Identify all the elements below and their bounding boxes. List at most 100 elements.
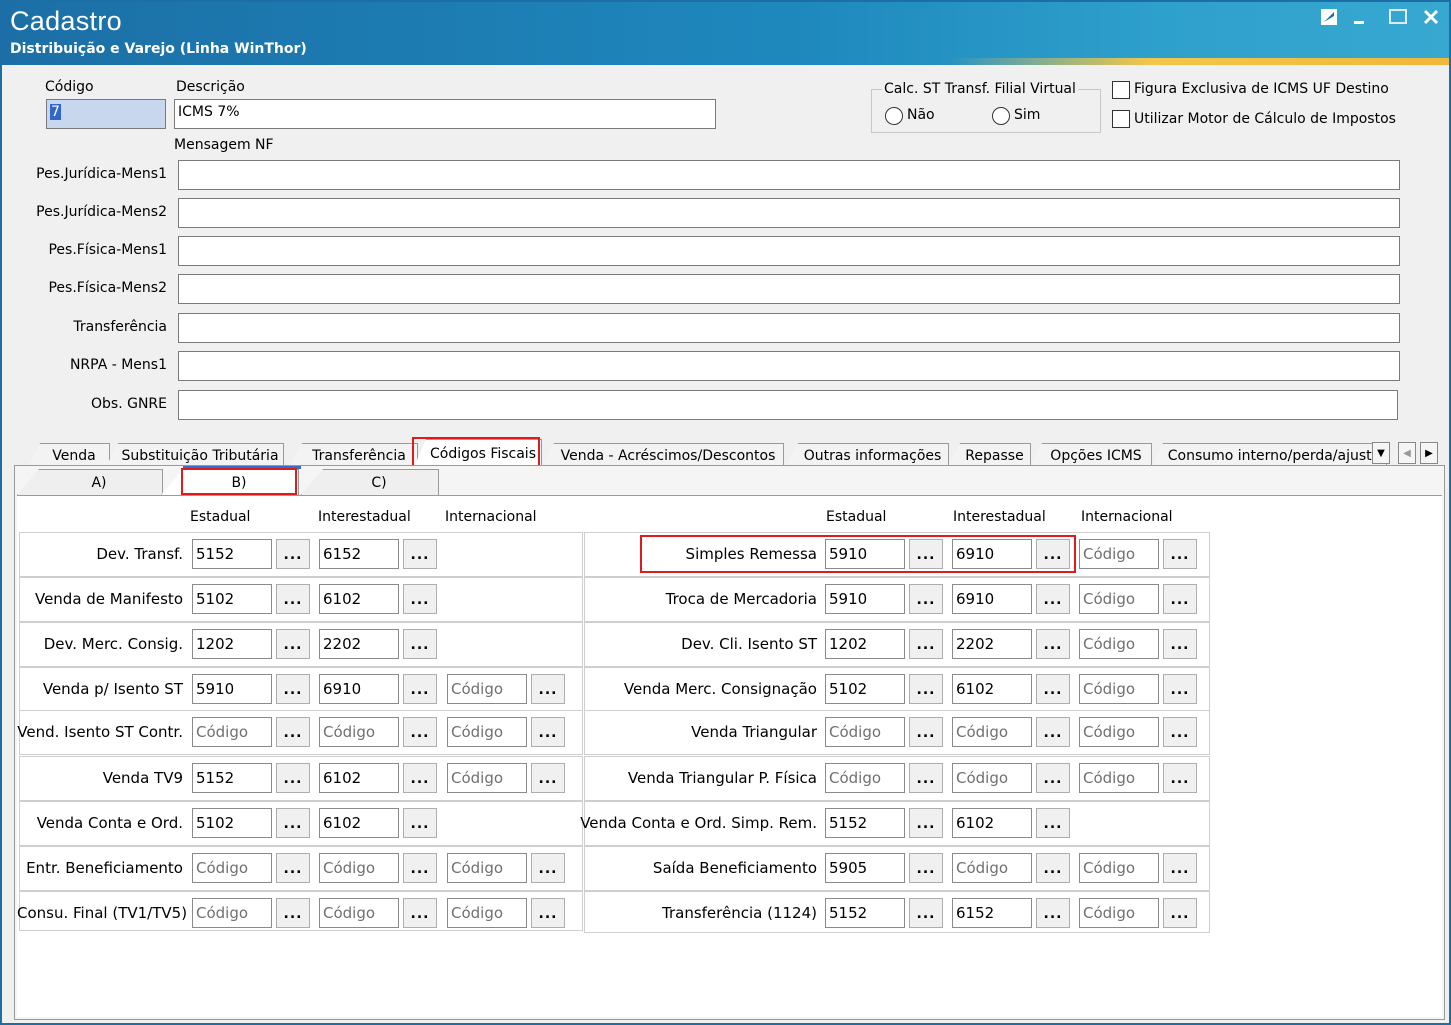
tab-scroll-right-icon[interactable]: ▶ xyxy=(1420,442,1438,464)
right-interestadual-input[interactable]: 6102 xyxy=(952,808,1032,838)
left-internacional-lookup-button[interactable]: ... xyxy=(531,853,565,883)
right-estadual-input[interactable]: 5910 xyxy=(825,539,905,569)
right-estadual-input[interactable]: 5102 xyxy=(825,674,905,704)
left-interestadual-input[interactable]: 6910 xyxy=(319,674,399,704)
tab-scroll-left-icon[interactable]: ◀ xyxy=(1398,442,1416,464)
left-internacional-input[interactable]: Código xyxy=(447,717,527,747)
right-interestadual-lookup-button[interactable]: ... xyxy=(1036,674,1070,704)
right-internacional-lookup-button[interactable]: ... xyxy=(1163,763,1197,793)
left-estadual-lookup-button[interactable]: ... xyxy=(276,808,310,838)
right-internacional-lookup-button[interactable]: ... xyxy=(1163,853,1197,883)
right-interestadual-lookup-button[interactable]: ... xyxy=(1036,898,1070,928)
radio-sim[interactable] xyxy=(992,107,1010,125)
checkbox-figura-exclusiva[interactable] xyxy=(1112,81,1130,99)
title-bar[interactable]: Cadastro Distribuição e Varejo (Linha Wi… xyxy=(2,2,1449,65)
edit-icon[interactable] xyxy=(1316,6,1342,28)
right-interestadual-input[interactable]: Código xyxy=(952,763,1032,793)
right-internacional-input[interactable]: Código xyxy=(1079,674,1159,704)
right-estadual-lookup-button[interactable]: ... xyxy=(909,629,943,659)
left-interestadual-lookup-button[interactable]: ... xyxy=(403,629,437,659)
radio-nao[interactable] xyxy=(885,107,903,125)
right-interestadual-input[interactable]: 2202 xyxy=(952,629,1032,659)
left-estadual-input[interactable]: Código xyxy=(192,853,272,883)
tab-repasse[interactable]: Repasse xyxy=(948,443,1031,467)
left-estadual-input[interactable]: Código xyxy=(192,717,272,747)
left-interestadual-lookup-button[interactable]: ... xyxy=(403,853,437,883)
left-interestadual-input[interactable]: 2202 xyxy=(319,629,399,659)
right-interestadual-input[interactable]: 6910 xyxy=(952,539,1032,569)
right-estadual-lookup-button[interactable]: ... xyxy=(909,674,943,704)
left-estadual-input[interactable]: 5102 xyxy=(192,808,272,838)
tab-venda[interactable]: Venda xyxy=(28,443,110,467)
right-internacional-input[interactable]: Código xyxy=(1079,629,1159,659)
close-icon[interactable] xyxy=(1418,6,1444,28)
tab-transfer-ncia[interactable]: Transferência xyxy=(290,443,418,467)
right-estadual-input[interactable]: 5152 xyxy=(825,898,905,928)
left-interestadual-input[interactable]: Código xyxy=(319,853,399,883)
tab-venda-acr-scimos-descontos[interactable]: Venda - Acréscimos/Descontos xyxy=(542,443,784,467)
left-estadual-input[interactable]: 5910 xyxy=(192,674,272,704)
tab-substitui-o-tribut-ria[interactable]: Substituição Tributária xyxy=(106,443,284,467)
left-interestadual-lookup-button[interactable]: ... xyxy=(403,808,437,838)
left-interestadual-input[interactable]: Código xyxy=(319,898,399,928)
message-input[interactable] xyxy=(178,198,1400,228)
message-input[interactable] xyxy=(178,390,1398,420)
right-estadual-input[interactable]: Código xyxy=(825,717,905,747)
right-interestadual-input[interactable]: Código xyxy=(952,717,1032,747)
right-estadual-lookup-button[interactable]: ... xyxy=(909,539,943,569)
right-estadual-lookup-button[interactable]: ... xyxy=(909,808,943,838)
left-estadual-lookup-button[interactable]: ... xyxy=(276,629,310,659)
subtab-c[interactable]: C) xyxy=(301,469,439,495)
left-internacional-lookup-button[interactable]: ... xyxy=(531,717,565,747)
left-interestadual-input[interactable]: 6102 xyxy=(319,808,399,838)
message-input[interactable] xyxy=(178,274,1400,304)
message-input[interactable] xyxy=(178,160,1400,190)
right-internacional-input[interactable]: Código xyxy=(1079,539,1159,569)
left-interestadual-lookup-button[interactable]: ... xyxy=(403,539,437,569)
left-internacional-input[interactable]: Código xyxy=(447,763,527,793)
tab-c-digos-fiscais[interactable]: Códigos Fiscais xyxy=(414,439,542,467)
right-internacional-input[interactable]: Código xyxy=(1079,717,1159,747)
codigo-input[interactable]: 7 xyxy=(46,99,166,129)
left-estadual-lookup-button[interactable]: ... xyxy=(276,853,310,883)
subtab-a[interactable]: A) xyxy=(17,469,163,495)
right-interestadual-input[interactable]: 6152 xyxy=(952,898,1032,928)
right-interestadual-input[interactable]: Código xyxy=(952,853,1032,883)
left-internacional-input[interactable]: Código xyxy=(447,853,527,883)
right-estadual-input[interactable]: 5905 xyxy=(825,853,905,883)
right-interestadual-lookup-button[interactable]: ... xyxy=(1036,629,1070,659)
left-estadual-lookup-button[interactable]: ... xyxy=(276,898,310,928)
right-estadual-lookup-button[interactable]: ... xyxy=(909,717,943,747)
right-estadual-input[interactable]: 5152 xyxy=(825,808,905,838)
left-estadual-input[interactable]: 5102 xyxy=(192,584,272,614)
left-internacional-input[interactable]: Código xyxy=(447,674,527,704)
right-internacional-lookup-button[interactable]: ... xyxy=(1163,539,1197,569)
right-estadual-input[interactable]: 5910 xyxy=(825,584,905,614)
right-estadual-lookup-button[interactable]: ... xyxy=(909,898,943,928)
right-internacional-input[interactable]: Código xyxy=(1079,763,1159,793)
right-interestadual-lookup-button[interactable]: ... xyxy=(1036,763,1070,793)
left-interestadual-lookup-button[interactable]: ... xyxy=(403,763,437,793)
left-interestadual-input[interactable]: 6102 xyxy=(319,584,399,614)
right-interestadual-lookup-button[interactable]: ... xyxy=(1036,717,1070,747)
right-internacional-input[interactable]: Código xyxy=(1079,584,1159,614)
right-interestadual-lookup-button[interactable]: ... xyxy=(1036,808,1070,838)
checkbox-motor-calculo[interactable] xyxy=(1112,110,1130,128)
right-internacional-lookup-button[interactable]: ... xyxy=(1163,629,1197,659)
left-internacional-lookup-button[interactable]: ... xyxy=(531,674,565,704)
left-internacional-lookup-button[interactable]: ... xyxy=(531,763,565,793)
left-estadual-lookup-button[interactable]: ... xyxy=(276,717,310,747)
right-internacional-lookup-button[interactable]: ... xyxy=(1163,584,1197,614)
right-internacional-lookup-button[interactable]: ... xyxy=(1163,717,1197,747)
right-estadual-lookup-button[interactable]: ... xyxy=(909,763,943,793)
tab-consumo-interno-perda-ajuste[interactable]: Consumo interno/perda/ajuste xyxy=(1151,443,1387,467)
minimize-icon[interactable] xyxy=(1346,6,1372,28)
right-internacional-lookup-button[interactable]: ... xyxy=(1163,674,1197,704)
right-interestadual-lookup-button[interactable]: ... xyxy=(1036,853,1070,883)
left-interestadual-lookup-button[interactable]: ... xyxy=(403,898,437,928)
tab-outras-informa-es[interactable]: Outras informações xyxy=(786,443,949,467)
left-estadual-input[interactable]: 5152 xyxy=(192,763,272,793)
right-internacional-lookup-button[interactable]: ... xyxy=(1163,898,1197,928)
left-internacional-input[interactable]: Código xyxy=(447,898,527,928)
left-interestadual-input[interactable]: 6102 xyxy=(319,763,399,793)
